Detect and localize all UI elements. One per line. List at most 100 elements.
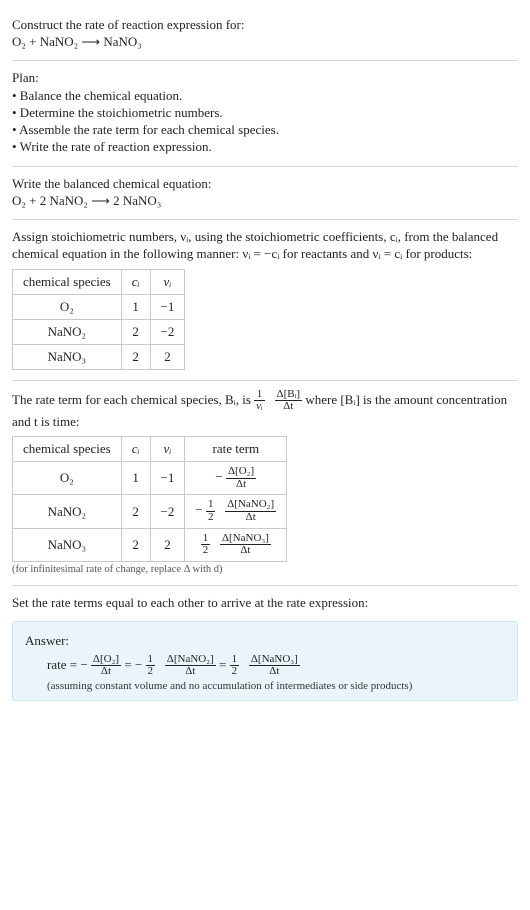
frac-num: Δ[NaNO₃] — [220, 533, 271, 545]
col-species: chemical species — [13, 437, 122, 462]
balanced-section: Write the balanced chemical equation: O₂… — [12, 167, 518, 219]
col-species: chemical species — [13, 269, 122, 294]
frac-num: Δ[NaNO₂] — [225, 499, 276, 511]
set-equal-section: Set the rate terms equal to each other t… — [12, 586, 518, 622]
rt-coef: 1 2 — [206, 499, 216, 523]
prompt-section: Construct the rate of reaction expressio… — [12, 8, 518, 60]
balanced-title: Write the balanced chemical equation: — [12, 175, 518, 193]
rt-coef: 1 2 — [201, 533, 211, 557]
plan-section: Plan: • Balance the chemical equation. •… — [12, 61, 518, 167]
rateterm-cell: − 1 2 Δ[NaNO₂] Δt — [185, 495, 287, 528]
species-cell: NaNO₃ — [13, 344, 122, 369]
term2-prefix: − — [135, 657, 142, 672]
frac-den: 2 — [146, 665, 156, 678]
frac-num: Δ[NaNO₂] — [165, 654, 216, 666]
species-cell: O₂ — [13, 462, 122, 495]
rateterm-table: chemical species cᵢ νᵢ rate term O₂ 1 −1… — [12, 436, 287, 561]
table-row: O₂ 1 −1 — [13, 294, 185, 319]
rt-prefix: − — [195, 503, 202, 518]
frac-den: Δt — [165, 665, 216, 678]
frac-one-over-nu: 1 νᵢ — [254, 389, 265, 413]
species-cell: O₂ — [13, 294, 122, 319]
table-header-row: chemical species cᵢ νᵢ — [13, 269, 185, 294]
prompt-title: Construct the rate of reaction expressio… — [12, 16, 518, 34]
rateterm-paragraph: The rate term for each chemical species,… — [12, 389, 518, 431]
ci-cell: 1 — [121, 294, 150, 319]
balanced-equation: O₂ + 2 NaNO₂ ⟶ 2 NaNO₃ — [12, 193, 518, 209]
rateterm-note: (for infinitesimal rate of change, repla… — [12, 564, 518, 575]
rt-frac: Δ[NaNO₂] Δt — [225, 499, 276, 523]
answer-rate-expression: rate = − Δ[O₂] Δt = − 1 2 Δ[NaNO₂] Δt = … — [47, 654, 505, 678]
col-rateterm: rate term — [185, 437, 287, 462]
plan-item: • Assemble the rate term for each chemic… — [12, 122, 518, 138]
term2-coef: 1 2 — [146, 654, 156, 678]
frac-den: Δt — [226, 478, 256, 491]
col-vi: νᵢ — [150, 269, 185, 294]
frac-num: 1 — [254, 389, 265, 401]
term2-frac: Δ[NaNO₂] Δt — [165, 654, 216, 678]
table-row: NaNO₂ 2 −2 − 1 2 Δ[NaNO₂] Δt — [13, 495, 287, 528]
vi-header: νᵢ — [164, 274, 172, 289]
prompt-equation: O₂ + NaNO₂ ⟶ NaNO₃ — [12, 34, 518, 50]
vi-cell: −2 — [150, 319, 185, 344]
rate-label: rate = — [47, 657, 80, 672]
ci-header: cᵢ — [132, 274, 140, 289]
frac-den: Δt — [249, 665, 300, 678]
plan-title: Plan: — [12, 69, 518, 87]
col-vi: νᵢ — [150, 437, 185, 462]
rateterm-cell: 1 2 Δ[NaNO₃] Δt — [185, 528, 287, 561]
frac-den: 2 — [206, 511, 216, 524]
frac-num: Δ[O₂] — [91, 654, 121, 666]
plan-item: • Determine the stoichiometric numbers. — [12, 105, 518, 121]
set-equal-text: Set the rate terms equal to each other t… — [12, 594, 518, 612]
plan-list: • Balance the chemical equation. • Deter… — [12, 88, 518, 155]
ci-cell: 1 — [121, 462, 150, 495]
frac-num: 1 — [230, 654, 240, 666]
frac-num: 1 — [201, 533, 211, 545]
vi-cell: 2 — [150, 344, 185, 369]
answer-box: Answer: rate = − Δ[O₂] Δt = − 1 2 Δ[NaNO… — [12, 621, 518, 701]
frac-den: νᵢ — [254, 400, 265, 413]
assign-section: Assign stoichiometric numbers, νᵢ, using… — [12, 220, 518, 380]
frac-den: 2 — [230, 665, 240, 678]
frac-den: Δt — [225, 511, 276, 524]
equals: = — [219, 657, 230, 672]
frac-den: Δt — [91, 665, 121, 678]
vi-cell: −1 — [150, 294, 185, 319]
frac-den: 2 — [201, 544, 211, 557]
rateterm-section: The rate term for each chemical species,… — [12, 381, 518, 585]
frac-dBi-dt: Δ[Bᵢ] Δt — [275, 389, 303, 413]
frac-num: 1 — [146, 654, 156, 666]
table-row: O₂ 1 −1 − Δ[O₂] Δt — [13, 462, 287, 495]
ci-cell: 2 — [121, 344, 150, 369]
table-header-row: chemical species cᵢ νᵢ rate term — [13, 437, 287, 462]
ci-header: cᵢ — [132, 441, 140, 456]
species-cell: NaNO₂ — [13, 319, 122, 344]
vi-cell: −1 — [150, 462, 185, 495]
col-ci: cᵢ — [121, 437, 150, 462]
equals: = — [124, 657, 135, 672]
ci-cell: 2 — [121, 528, 150, 561]
term1-prefix: − — [80, 657, 87, 672]
rateterm-pre: The rate term for each chemical species,… — [12, 392, 254, 407]
stoich-table: chemical species cᵢ νᵢ O₂ 1 −1 NaNO₂ 2 −… — [12, 269, 185, 370]
table-row: NaNO₂ 2 −2 — [13, 319, 185, 344]
frac-num: Δ[Bᵢ] — [275, 389, 303, 401]
plan-item: • Write the rate of reaction expression. — [12, 139, 518, 155]
frac-num: Δ[O₂] — [226, 466, 256, 478]
rateterm-cell: − Δ[O₂] Δt — [185, 462, 287, 495]
frac-num: Δ[NaNO₃] — [249, 654, 300, 666]
answer-assumption: (assuming constant volume and no accumul… — [47, 680, 505, 692]
table-row: NaNO₃ 2 2 1 2 Δ[NaNO₃] Δt — [13, 528, 287, 561]
vi-cell: −2 — [150, 495, 185, 528]
term1-frac: Δ[O₂] Δt — [91, 654, 121, 678]
col-ci: cᵢ — [121, 269, 150, 294]
vi-header: νᵢ — [164, 441, 172, 456]
rt-frac: Δ[O₂] Δt — [226, 466, 256, 490]
assign-paragraph: Assign stoichiometric numbers, νᵢ, using… — [12, 228, 518, 263]
species-cell: NaNO₂ — [13, 495, 122, 528]
table-row: NaNO₃ 2 2 — [13, 344, 185, 369]
rt-frac: Δ[NaNO₃] Δt — [220, 533, 271, 557]
answer-title: Answer: — [25, 632, 505, 650]
frac-den: Δt — [220, 544, 271, 557]
